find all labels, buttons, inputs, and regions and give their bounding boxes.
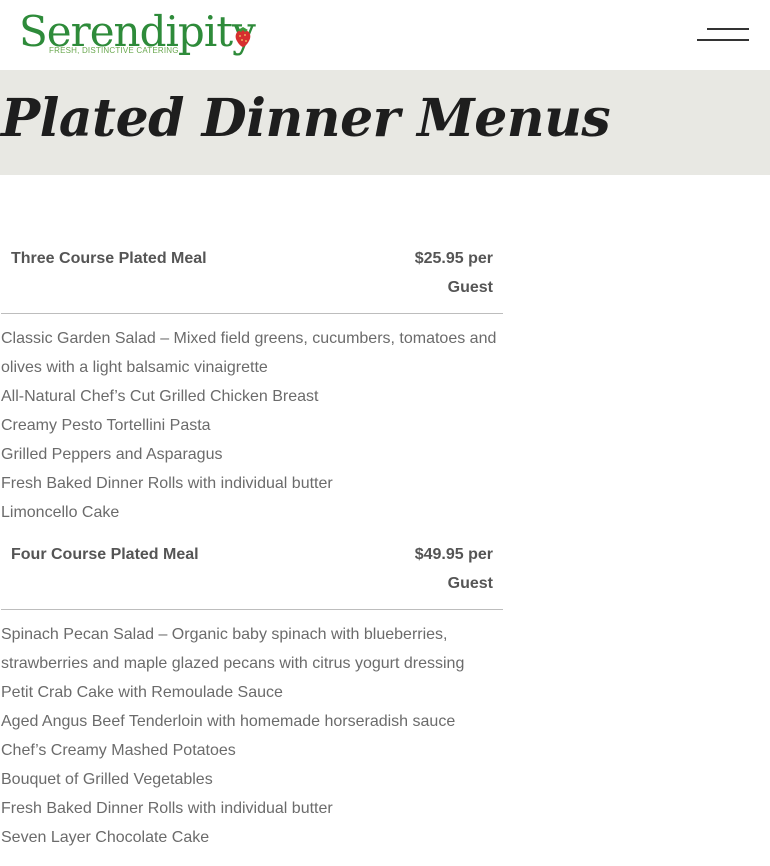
site-header: Serendipity FRESH, DISTINCTIVE CATERING	[0, 0, 770, 70]
page-title-banner: Plated Dinner Menus	[0, 70, 770, 175]
menu-item: Creamy Pesto Tortellini Pasta	[1, 417, 211, 434]
menu-line-bottom	[697, 39, 749, 41]
course-items: Spinach Pecan Salad – Organic baby spina…	[0, 620, 503, 852]
menu-item: Spinach Pecan Salad – Organic baby spina…	[1, 626, 465, 672]
menu-item: Grilled Peppers and Asparagus	[1, 446, 223, 463]
menu-item: Seven Layer Chocolate Cake	[1, 829, 210, 846]
course-price: $25.95 per Guest	[414, 250, 493, 296]
menu-item: Chef’s Creamy Mashed Potatoes	[1, 742, 236, 759]
menu-four-course: Four Course Plated Meal $49.95 per Guest…	[0, 541, 503, 852]
menu-item: Limoncello Cake	[1, 504, 120, 521]
menu-three-course: Three Course Plated Meal $25.95 per Gues…	[0, 245, 503, 527]
page-title: Plated Dinner Menus	[1, 88, 611, 149]
strawberry-icon	[235, 27, 251, 47]
menu-item: Aged Angus Beef Tenderloin with homemade…	[1, 713, 456, 730]
serendipity-logo[interactable]: Serendipity FRESH, DISTINCTIVE CATERING	[19, 8, 256, 60]
course-header: Four Course Plated Meal $49.95 per Guest	[1, 541, 503, 610]
course-name: Three Course Plated Meal	[11, 250, 207, 267]
menu-item: Fresh Baked Dinner Rolls with individual…	[1, 475, 333, 492]
menus-content: Three Course Plated Meal $25.95 per Gues…	[0, 245, 503, 852]
hamburger-icon[interactable]	[697, 27, 751, 43]
menu-item: Fresh Baked Dinner Rolls with individual…	[1, 800, 333, 817]
menu-line-top	[707, 28, 749, 30]
logo-tagline: FRESH, DISTINCTIVE CATERING	[49, 46, 179, 55]
course-header: Three Course Plated Meal $25.95 per Gues…	[1, 245, 503, 314]
menu-item: All-Natural Chef’s Cut Grilled Chicken B…	[1, 388, 319, 405]
menu-item: Bouquet of Grilled Vegetables	[1, 771, 213, 788]
course-name: Four Course Plated Meal	[11, 546, 199, 563]
menu-item: Classic Garden Salad – Mixed field green…	[1, 330, 497, 376]
menu-item: Petit Crab Cake with Remoulade Sauce	[1, 684, 283, 701]
course-price: $49.95 per Guest	[414, 546, 493, 592]
course-items: Classic Garden Salad – Mixed field green…	[0, 324, 503, 527]
